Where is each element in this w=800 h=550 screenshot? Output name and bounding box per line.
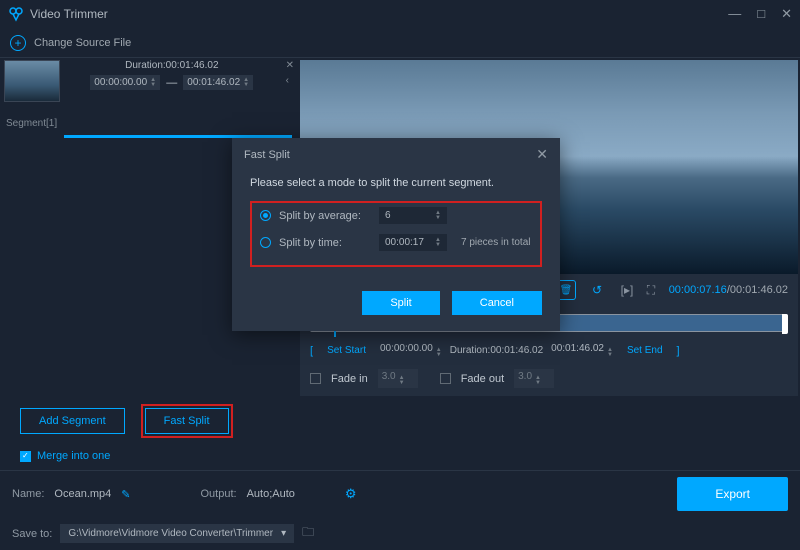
spinner-icon[interactable]: ▲▼	[150, 78, 156, 88]
app-logo-icon	[8, 6, 24, 22]
path-dropdown-icon[interactable]: ▾	[281, 528, 286, 539]
split-by-average-label: Split by average:	[279, 210, 371, 222]
export-button[interactable]: Export	[677, 477, 788, 511]
output-label: Output:	[201, 488, 237, 500]
segment-end-input[interactable]: 00:01:46.02▲▼	[183, 75, 253, 90]
dialog-prompt: Please select a mode to split the curren…	[250, 177, 542, 189]
save-to-label: Save to:	[12, 528, 52, 540]
fade-out-checkbox[interactable]	[440, 373, 451, 384]
titlebar: Video Trimmer — □ ✕	[0, 0, 800, 28]
dialog-close-icon[interactable]: ✕	[536, 146, 548, 163]
app-title: Video Trimmer	[30, 7, 728, 21]
fade-out-input[interactable]: 3.0▲▼	[514, 369, 554, 388]
save-row: Save to: G:\Vidmore\Vidmore Video Conver…	[0, 517, 800, 550]
fade-in-checkbox[interactable]	[310, 373, 321, 384]
save-path-input[interactable]: G:\Vidmore\Vidmore Video Converter\Trimm…	[60, 524, 294, 543]
bracket-right-icon: ]	[677, 345, 680, 357]
change-source-label[interactable]: Change Source File	[34, 37, 131, 49]
minimize-icon[interactable]: —	[728, 6, 741, 22]
set-start-button[interactable]: Set Start	[321, 342, 372, 359]
maximize-icon[interactable]: □	[757, 6, 765, 22]
range-start-input[interactable]: 00:00:00.00▲▼	[380, 343, 442, 358]
range-controls: [ Set Start 00:00:00.00▲▼ Duration:00:01…	[300, 336, 798, 365]
mark-in-icon[interactable]: [▸]	[618, 283, 636, 297]
output-settings-icon[interactable]: ⚙	[345, 486, 357, 502]
highlight-split-options: Split by average: 6▲▼ Split by time: 00:…	[250, 201, 542, 267]
fade-out-label: Fade out	[461, 373, 504, 385]
fast-split-button[interactable]: Fast Split	[145, 408, 229, 434]
time-display: 00:00:07.16/00:01:46.02	[669, 284, 788, 296]
range-duration: Duration:00:01:46.02	[450, 345, 543, 356]
collapse-icon[interactable]: ‹	[286, 75, 294, 86]
split-average-input[interactable]: 6▲▼	[379, 207, 447, 224]
set-end-button[interactable]: Set End	[621, 342, 669, 359]
output-value: Auto;Auto	[247, 488, 295, 500]
dialog-split-button[interactable]: Split	[362, 291, 439, 315]
dash-separator: —	[166, 77, 177, 89]
mark-out-icon[interactable]: ⛶	[642, 283, 660, 298]
bracket-left-icon: [	[310, 345, 313, 357]
timeline-end-handle[interactable]	[782, 314, 788, 334]
fast-split-dialog: Fast Split ✕ Please select a mode to spl…	[232, 138, 560, 331]
dialog-cancel-button[interactable]: Cancel	[452, 291, 542, 315]
split-by-average-radio[interactable]	[260, 210, 271, 221]
edit-name-icon[interactable]: ✎	[121, 488, 130, 501]
segment-start-input[interactable]: 00:00:00.00▲▼	[90, 75, 160, 90]
fade-controls: Fade in 3.0▲▼ Fade out 3.0▲▼	[300, 365, 798, 396]
split-by-time-label: Split by time:	[279, 237, 371, 249]
output-row: Name: Ocean.mp4 ✎ Output: Auto;Auto ⚙ Ex…	[0, 470, 800, 517]
toolbar: + Change Source File	[0, 28, 800, 58]
name-label: Name:	[12, 488, 44, 500]
fade-in-input[interactable]: 3.0▲▼	[378, 369, 418, 388]
range-end-input[interactable]: 00:01:46.02▲▼	[551, 343, 613, 358]
merge-label: Merge into one	[37, 450, 110, 462]
add-segment-button[interactable]: Add Segment	[20, 408, 125, 434]
pieces-note: 7 pieces in total	[461, 237, 531, 248]
segment-row[interactable]: Duration:00:01:46.02 00:00:00.00▲▼ — 00:…	[0, 58, 300, 116]
split-time-input[interactable]: 00:00:17▲▼	[379, 234, 447, 251]
undo-icon[interactable]: ↺	[588, 283, 606, 297]
remove-segment-icon[interactable]: ✕	[286, 60, 294, 71]
name-value: Ocean.mp4	[54, 488, 111, 500]
add-source-icon[interactable]: +	[10, 35, 26, 51]
segment-thumbnail[interactable]	[4, 60, 60, 102]
merge-checkbox[interactable]	[20, 451, 31, 462]
segment-duration: Duration:00:01:46.02	[64, 60, 280, 71]
browse-folder-icon[interactable]: 🗀	[302, 523, 314, 544]
fade-in-label: Fade in	[331, 373, 368, 385]
segment-name: Segment[1]	[0, 116, 300, 131]
split-by-time-radio[interactable]	[260, 237, 271, 248]
dialog-title: Fast Split	[244, 149, 290, 161]
close-icon[interactable]: ✕	[781, 6, 792, 22]
highlight-fast-split: Fast Split	[141, 404, 233, 438]
spinner-icon[interactable]: ▲▼	[243, 78, 249, 88]
